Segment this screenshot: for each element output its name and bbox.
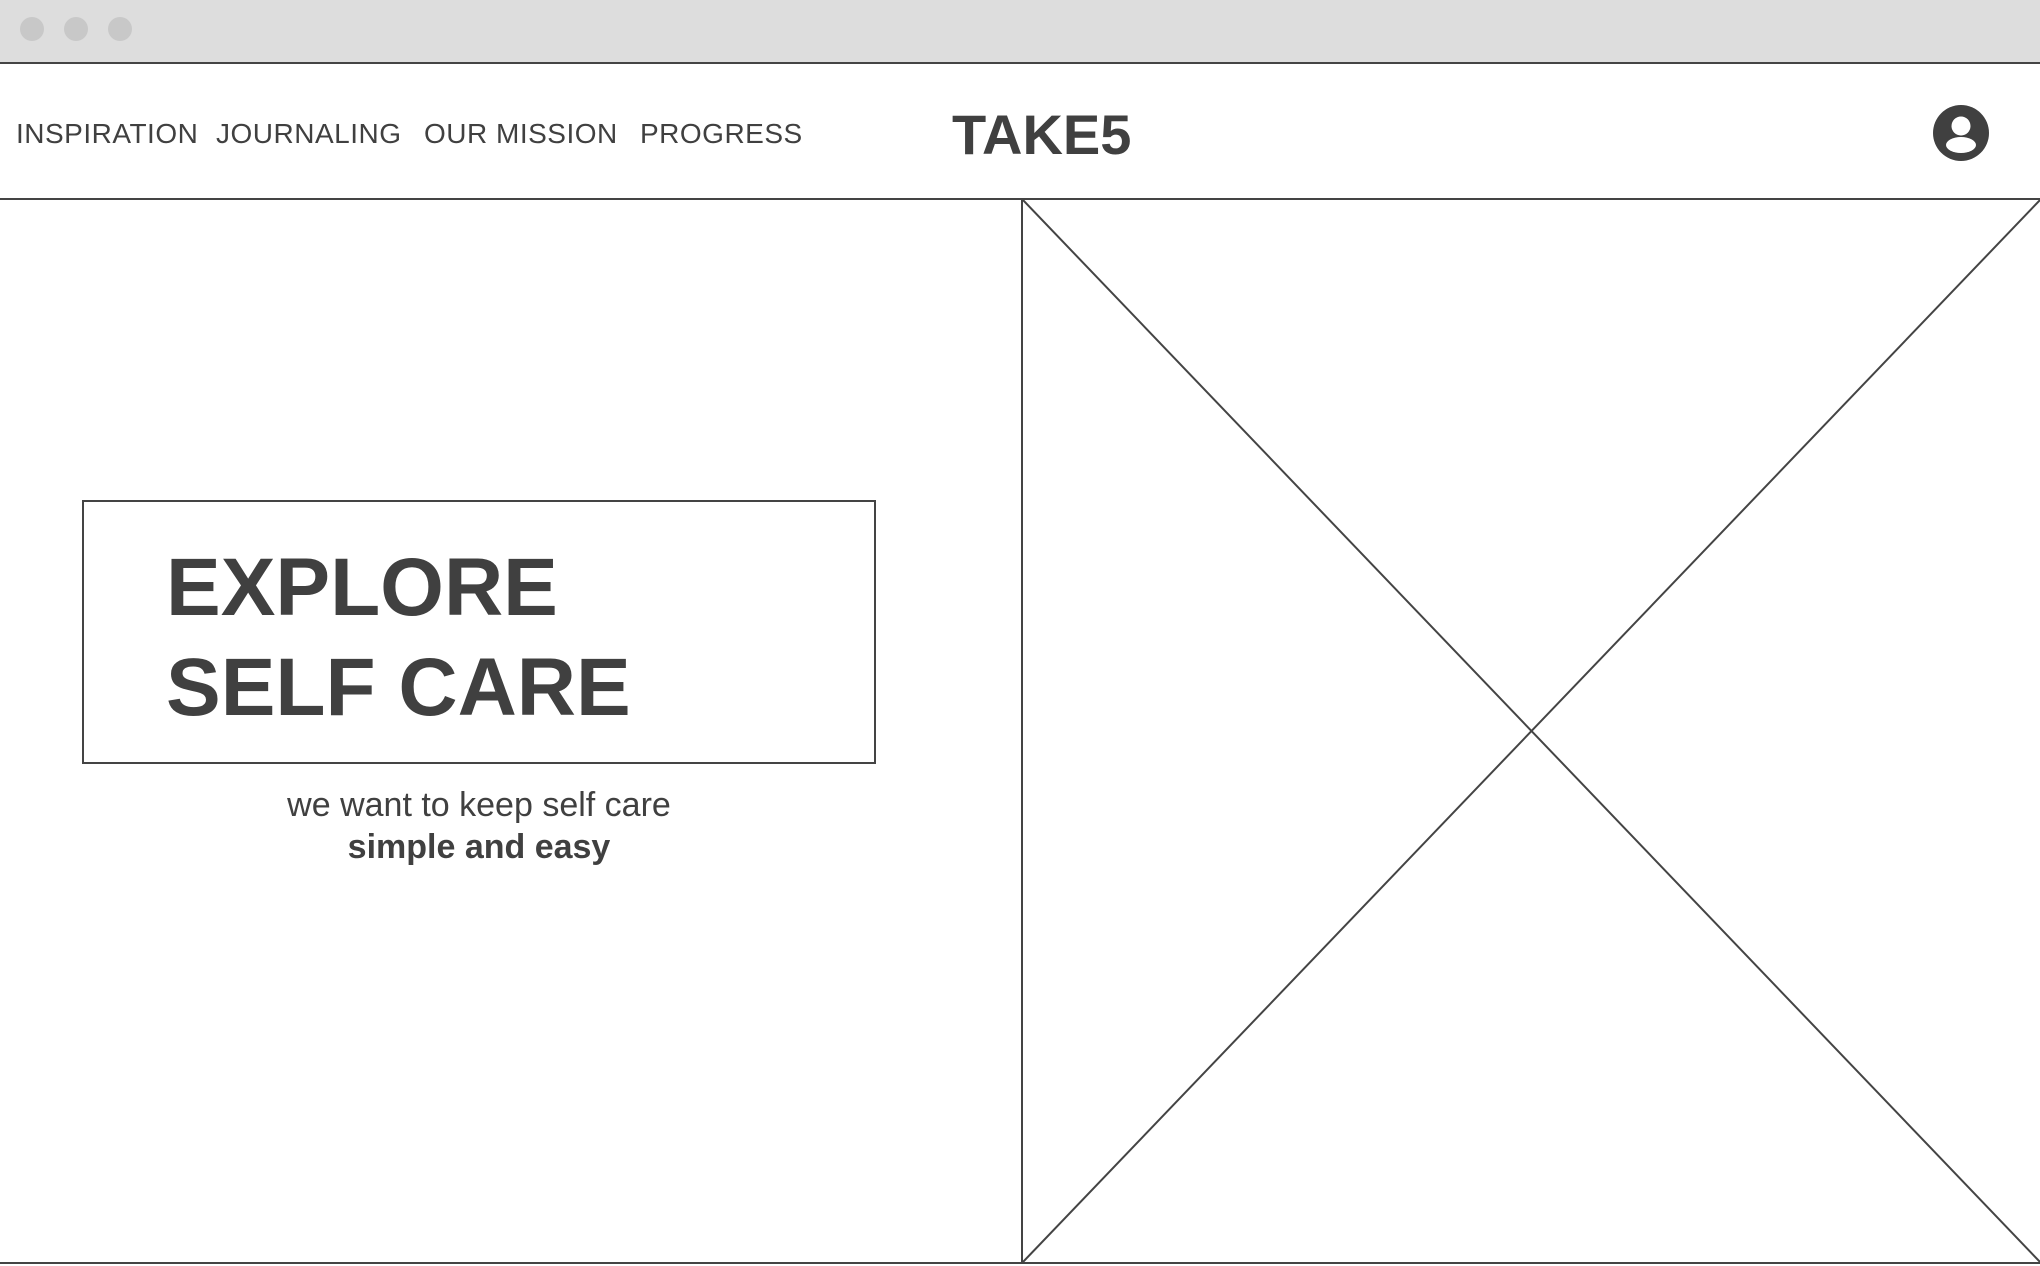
tagline-text: we want to keep self care: [287, 786, 671, 824]
nav-link-progress[interactable]: PROGRESS: [640, 118, 803, 150]
image-placeholder: [1021, 200, 2040, 1262]
image-placeholder-icon: [1023, 200, 2040, 1262]
hero-title-line-2: SELF CARE: [166, 642, 631, 733]
user-circle-icon[interactable]: [1932, 104, 1990, 162]
nav-link-journaling[interactable]: JOURNALING: [216, 118, 401, 150]
hero-title-box: EXPLORE SELF CARE: [82, 500, 876, 764]
hero-title-line-1: EXPLORE: [166, 542, 558, 633]
window-maximize-button[interactable]: [108, 17, 132, 41]
browser-title-bar: [0, 0, 2040, 64]
nav-link-our-mission[interactable]: OUR MISSION: [424, 118, 618, 150]
browser-window: INSPIRATION JOURNALING OUR MISSION PROGR…: [0, 0, 2040, 1266]
brand-logo[interactable]: TAKE5: [952, 102, 1131, 167]
nav-link-inspiration[interactable]: INSPIRATION: [16, 118, 198, 150]
hero-tagline: we want to keep self care simple and eas…: [82, 784, 876, 868]
window-close-button[interactable]: [20, 17, 44, 41]
hero-title: EXPLORE SELF CARE: [166, 538, 631, 738]
site-header: INSPIRATION JOURNALING OUR MISSION PROGR…: [0, 64, 2040, 200]
hero-text-pane: EXPLORE SELF CARE we want to keep self c…: [0, 200, 1021, 1262]
window-minimize-button[interactable]: [64, 17, 88, 41]
tagline-emphasis: simple and easy: [347, 828, 611, 866]
hero-section: EXPLORE SELF CARE we want to keep self c…: [0, 200, 2040, 1264]
